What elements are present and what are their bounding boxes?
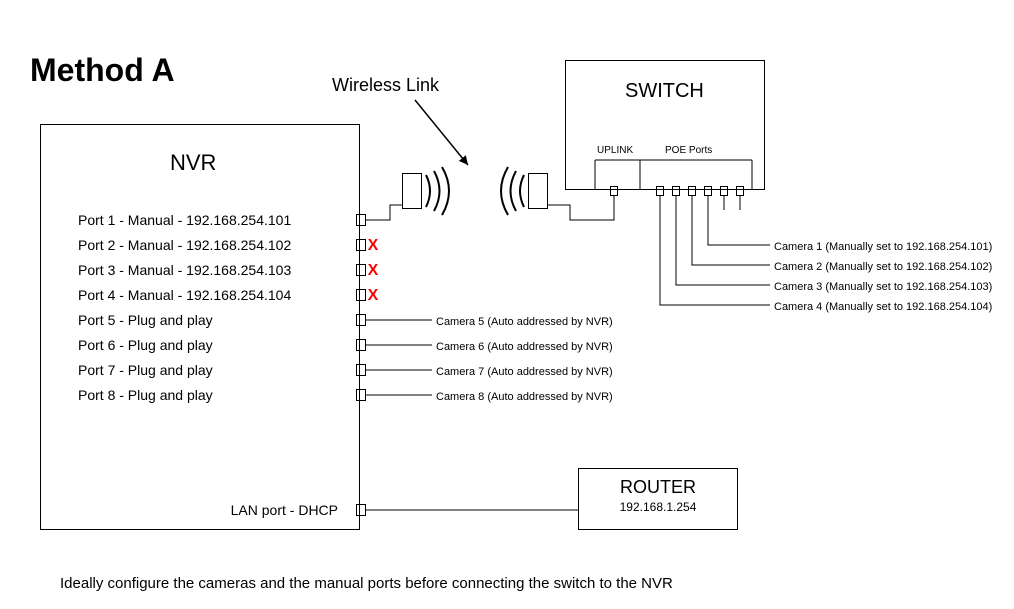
switch-poe-jack-4 [704,186,712,196]
footer-note: Ideally configure the cameras and the ma… [60,575,673,592]
nvr-port-7-label: Port 7 - Plug and play [78,362,213,378]
nvr-port-1-label: Port 1 - Manual - 192.168.254.101 [78,212,291,228]
switch-label: SWITCH [625,80,704,103]
nvr-port-2-label: Port 2 - Manual - 192.168.254.102 [78,237,291,253]
switch-poe-jack-5 [720,186,728,196]
camera-8-label: Camera 8 (Auto addressed by NVR) [436,391,613,403]
nvr-port-1-jack [356,214,366,226]
router-label: ROUTER [579,477,737,498]
x-mark-port-3: X [365,262,381,280]
diagram-title: Method A [30,52,175,89]
wireless-link-label: Wireless Link [332,75,439,96]
switch-poe-jack-3 [688,186,696,196]
nvr-port-3-label: Port 3 - Manual - 192.168.254.103 [78,262,291,278]
nvr-port-6-jack [356,339,366,351]
camera-4-label: Camera 4 (Manually set to 192.168.254.10… [774,301,992,313]
nvr-label: NVR [170,150,216,176]
switch-poe-jack-6 [736,186,744,196]
wireless-ap-right [528,173,548,209]
nvr-lan-port-label: LAN port - DHCP [231,502,338,518]
switch-poe-jack-2 [672,186,680,196]
switch-poe-label: POE Ports [665,145,712,156]
camera-6-label: Camera 6 (Auto addressed by NVR) [436,341,613,353]
camera-1-label: Camera 1 (Manually set to 192.168.254.10… [774,241,992,253]
switch-poe-jack-1 [656,186,664,196]
camera-2-label: Camera 2 (Manually set to 192.168.254.10… [774,261,992,273]
x-mark-port-4: X [365,287,381,305]
camera-3-label: Camera 3 (Manually set to 192.168.254.10… [774,281,992,293]
camera-5-label: Camera 5 (Auto addressed by NVR) [436,316,613,328]
switch-uplink-jack [610,186,618,196]
x-mark-port-2: X [365,237,381,255]
nvr-port-8-label: Port 8 - Plug and play [78,387,213,403]
router-box: ROUTER 192.168.1.254 [578,468,738,530]
router-ip: 192.168.1.254 [579,500,737,514]
nvr-port-8-jack [356,389,366,401]
nvr-port-4-label: Port 4 - Manual - 192.168.254.104 [78,287,291,303]
nvr-port-6-label: Port 6 - Plug and play [78,337,213,353]
wireless-ap-left [402,173,422,209]
nvr-port-5-jack [356,314,366,326]
switch-uplink-label: UPLINK [597,145,633,156]
nvr-port-7-jack [356,364,366,376]
nvr-lan-jack [356,504,366,516]
camera-7-label: Camera 7 (Auto addressed by NVR) [436,366,613,378]
nvr-port-5-label: Port 5 - Plug and play [78,312,213,328]
